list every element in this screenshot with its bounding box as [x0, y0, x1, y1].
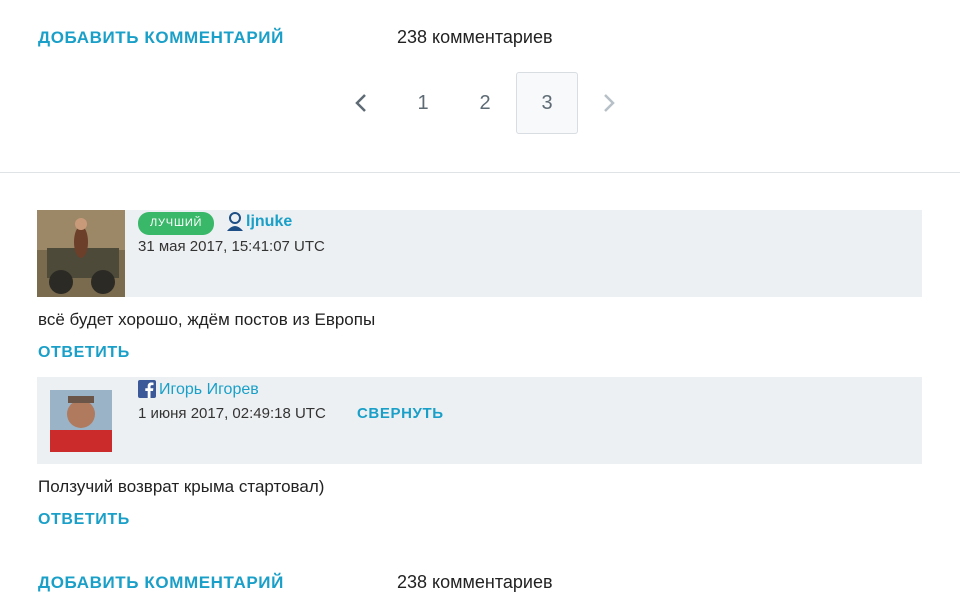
next-page-button[interactable]: [578, 72, 640, 134]
comment-text: всё будет хорошо, ждём постов из Европы: [38, 310, 376, 329]
best-badge: лучший: [138, 212, 215, 235]
chevron-right-icon: [604, 94, 615, 112]
add-comment-button[interactable]: ДОБАВИТЬ КОММЕНТАРИЙ: [38, 573, 284, 593]
comment-count: 238 комментариев: [397, 572, 553, 592]
divider: [0, 172, 960, 173]
page-3-button[interactable]: 3: [516, 72, 578, 134]
reply-button[interactable]: ОТВЕТИТЬ: [38, 511, 130, 529]
reply-button[interactable]: ОТВЕТИТЬ: [38, 344, 130, 362]
comment-date[interactable]: 1 июня 2017, 02:49:18 UTC: [138, 405, 326, 422]
page-1-button[interactable]: 1: [392, 72, 454, 134]
avatar[interactable]: [50, 390, 112, 452]
pagination: 1 2 3: [330, 72, 640, 134]
prev-page-button[interactable]: [330, 72, 392, 134]
comment-text: Ползучий возврат крыма стартовал): [38, 477, 325, 496]
avatar-image: [37, 210, 125, 297]
username[interactable]: ljnuke: [246, 213, 292, 231]
page-2-button[interactable]: 2: [454, 72, 516, 134]
username[interactable]: Игорь Игорев: [159, 381, 259, 399]
collapse-button[interactable]: СВЕРНУТЬ: [357, 405, 444, 422]
avatar-image: [50, 390, 112, 452]
comment-count: 238 комментариев: [397, 27, 553, 47]
facebook-icon: [138, 380, 156, 403]
comment-date[interactable]: 31 мая 2017, 15:41:07 UTC: [138, 238, 325, 255]
avatar[interactable]: [37, 210, 125, 297]
livejournal-user-icon: [225, 211, 245, 237]
add-comment-button[interactable]: ДОБАВИТЬ КОММЕНТАРИЙ: [38, 28, 284, 48]
chevron-left-icon: [355, 94, 366, 112]
